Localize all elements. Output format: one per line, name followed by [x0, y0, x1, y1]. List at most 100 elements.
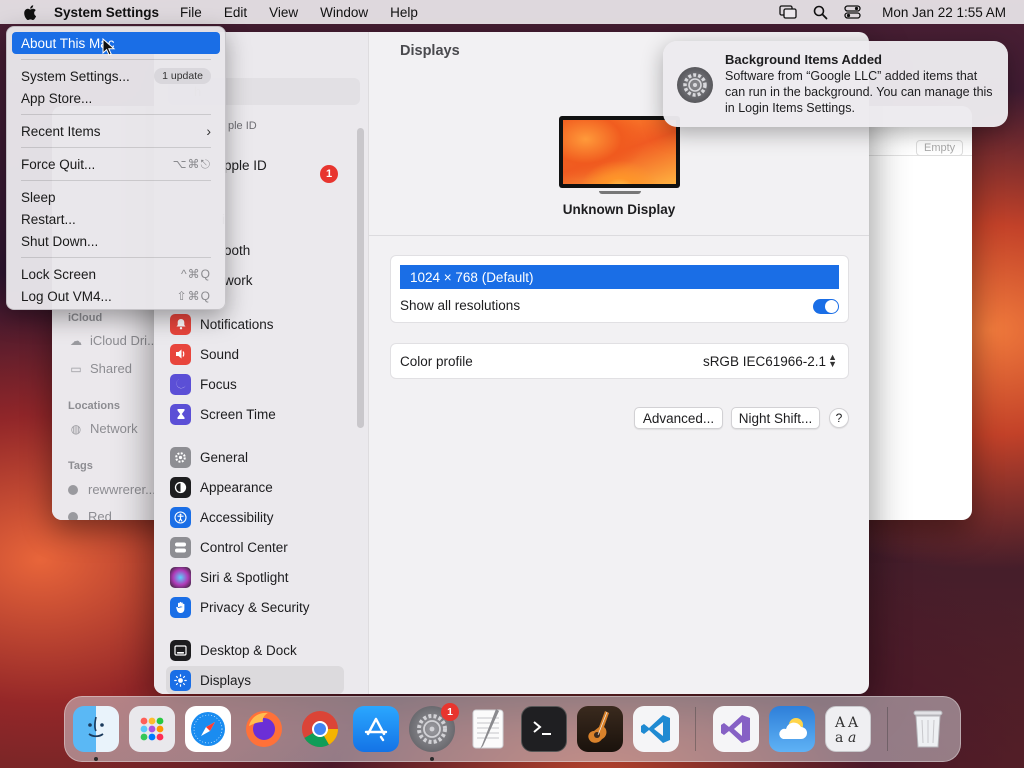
siri-icon: [170, 566, 191, 588]
finder-locations-heading: Locations: [68, 400, 120, 412]
page-title: Displays: [400, 43, 460, 59]
sidebar-item-siri-spotlight[interactable]: Siri & Spotlight: [166, 563, 344, 591]
finder-icon[interactable]: [73, 706, 119, 752]
sidebar-item-bluetooth-partial[interactable]: ooth: [224, 243, 250, 258]
help-button[interactable]: ?: [829, 408, 849, 428]
color-profile-label: Color profile: [400, 354, 473, 369]
accessibility-icon: [170, 506, 191, 528]
menu-item-log-out[interactable]: Log Out VM4... ⇧⌘Q: [12, 285, 220, 307]
menu-item-restart[interactable]: Restart...: [12, 208, 220, 230]
apple-menu-icon[interactable]: [14, 0, 44, 24]
menu-edit[interactable]: Edit: [224, 5, 247, 20]
screen-mirroring-icon[interactable]: [778, 4, 798, 20]
finder-icloud-drive-label: iCloud Dri...: [90, 333, 158, 348]
terminal-icon[interactable]: [521, 706, 567, 752]
menu-item-app-store[interactable]: App Store...: [12, 87, 220, 109]
menu-item-label: Recent Items: [21, 123, 101, 139]
finder-tag-2[interactable]: Red: [68, 509, 112, 520]
advanced-button[interactable]: Advanced...: [634, 407, 723, 429]
finder-network-label: Network: [90, 421, 138, 436]
wallpaper-preview: [563, 120, 676, 184]
finder-empty-chip: Empty: [916, 140, 964, 156]
menu-item-system-settings[interactable]: System Settings... 1 update: [12, 65, 220, 87]
sidebar-item-label: Focus: [200, 376, 237, 392]
resolution-option-selected[interactable]: 1024 × 768 (Default): [400, 265, 839, 289]
sidebar-item-notifications[interactable]: Notifications: [166, 310, 344, 338]
finder-shared[interactable]: ▭ Shared: [68, 361, 132, 376]
apple-id-caption: ple ID: [228, 120, 257, 132]
bell-icon: [170, 313, 191, 335]
sidebar-scrollbar[interactable]: [357, 128, 364, 428]
launchpad-icon[interactable]: [129, 706, 175, 752]
menu-item-label: Restart...: [21, 211, 76, 227]
sidebar-item-privacy-security[interactable]: Privacy & Security: [166, 593, 344, 621]
menu-bar: System Settings File Edit View Window He…: [0, 0, 1024, 24]
sidebar-item-control-center[interactable]: Control Center: [166, 533, 344, 561]
menu-item-force-quit[interactable]: Force Quit... ⌥⌘⎋: [12, 153, 220, 175]
night-shift-button[interactable]: Night Shift...: [731, 407, 820, 429]
safari-icon[interactable]: [185, 706, 231, 752]
show-all-resolutions-toggle[interactable]: [813, 299, 839, 314]
menu-separator: [21, 114, 211, 115]
menu-item-about-this-mac[interactable]: About This Mac: [12, 32, 220, 54]
menu-bar-clock[interactable]: Mon Jan 22 1:55 AM: [882, 5, 1006, 20]
menu-separator: [21, 147, 211, 148]
app-store-icon[interactable]: [353, 706, 399, 752]
menu-item-lock-screen[interactable]: Lock Screen ^⌘Q: [12, 263, 220, 285]
svg-text:a: a: [835, 730, 843, 746]
shortcut-label: ⇧⌘Q: [176, 289, 211, 303]
apple-id-item[interactable]: pple ID: [224, 158, 267, 173]
control-center-icon[interactable]: [842, 4, 862, 20]
sidebar-item-network-partial[interactable]: work: [224, 273, 253, 288]
menu-help[interactable]: Help: [390, 5, 418, 20]
shortcut-label: ⌥⌘⎋: [172, 156, 211, 171]
background-items-notification[interactable]: Background Items Added Software from “Go…: [663, 41, 1008, 127]
finder-network[interactable]: ◍ Network: [68, 421, 138, 436]
weather-icon[interactable]: [769, 706, 815, 752]
sidebar-item-focus[interactable]: Focus: [166, 370, 344, 398]
menu-item-shut-down[interactable]: Shut Down...: [12, 230, 220, 252]
chevron-up-down-icon[interactable]: ▲ ▼: [828, 353, 837, 369]
sidebar-item-appearance[interactable]: Appearance: [166, 473, 344, 501]
menu-window[interactable]: Window: [320, 5, 368, 20]
sidebar-item-displays[interactable]: Displays: [166, 666, 344, 694]
menu-file[interactable]: File: [180, 5, 202, 20]
menu-item-label: System Settings...: [21, 68, 130, 84]
menu-item-label: Log Out VM4...: [21, 288, 112, 304]
vscode-icon[interactable]: [633, 706, 679, 752]
visual-studio-icon[interactable]: [713, 706, 759, 752]
font-book-icon[interactable]: AAaa: [825, 706, 871, 752]
sidebar-item-accessibility[interactable]: Accessibility: [166, 503, 344, 531]
menu-view[interactable]: View: [269, 5, 298, 20]
toggle-knob: [825, 300, 838, 313]
finder-icloud-drive[interactable]: ☁ iCloud Dri...: [68, 333, 158, 348]
search-icon[interactable]: [810, 4, 830, 20]
tag-dot-icon: [68, 484, 78, 495]
hourglass-icon: [170, 403, 191, 425]
menu-item-label: Force Quit...: [21, 156, 96, 172]
gear-icon: [677, 67, 713, 103]
hand-icon: [170, 596, 191, 618]
textedit-icon[interactable]: [465, 706, 511, 752]
trash-icon[interactable]: [905, 706, 951, 752]
sidebar-item-desktop-dock[interactable]: Desktop & Dock: [166, 636, 344, 664]
menu-item-label: App Store...: [21, 90, 93, 106]
sidebar-item-screen-time[interactable]: Screen Time: [166, 400, 344, 428]
svg-text:a: a: [848, 730, 856, 746]
firefox-icon[interactable]: [241, 706, 287, 752]
finder-tag-1[interactable]: rewwrerer...: [68, 482, 156, 497]
menu-item-recent-items[interactable]: Recent Items ›: [12, 120, 220, 142]
chrome-icon[interactable]: [297, 706, 343, 752]
menu-item-sleep[interactable]: Sleep: [12, 186, 220, 208]
sidebar-item-sound[interactable]: Sound: [166, 340, 344, 368]
sidebar-item-label: General: [200, 449, 249, 465]
finder-shared-label: Shared: [90, 361, 132, 376]
garageband-icon[interactable]: [577, 706, 623, 752]
show-all-resolutions-label: Show all resolutions: [400, 298, 521, 313]
sidebar-item-general[interactable]: General: [166, 443, 344, 471]
finder-tags-heading: Tags: [68, 460, 93, 472]
globe-icon: ◍: [70, 421, 82, 436]
display-thumbnail[interactable]: [559, 116, 680, 188]
color-profile-select[interactable]: sRGB IEC61966-2.1: [703, 354, 826, 369]
app-name-menu[interactable]: System Settings: [54, 5, 159, 20]
